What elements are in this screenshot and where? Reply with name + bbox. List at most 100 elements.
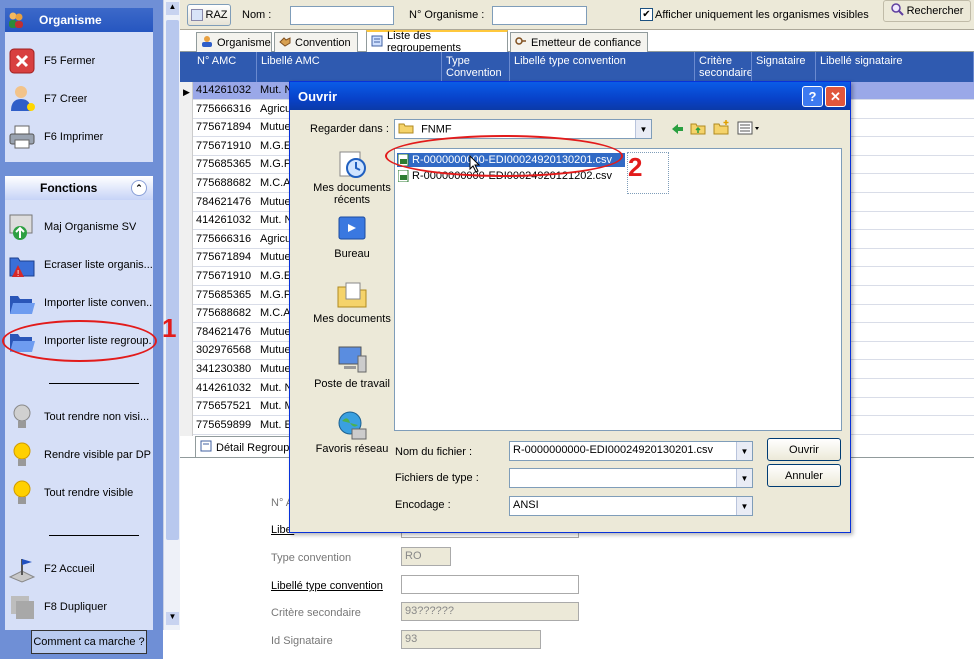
raz-button[interactable]: RAZ xyxy=(187,4,231,26)
ecraser-liste-button[interactable]: ! Ecraser liste organis... xyxy=(8,248,152,282)
cell-numero-amc: 302976568 xyxy=(196,344,252,357)
scroll-down-icon[interactable]: ▼ xyxy=(166,612,179,625)
rendre-visible-dp-button[interactable]: Rendre visible par DP xyxy=(8,438,152,472)
places-bar: Mes documents récents Bureau Mes documen… xyxy=(298,144,391,464)
annotation-ellipse xyxy=(385,135,623,177)
scrollbar-thumb[interactable] xyxy=(166,20,179,540)
cell-numero-amc: 775671894 xyxy=(196,251,252,264)
separator xyxy=(49,535,139,536)
close-button[interactable]: F5 Fermer xyxy=(8,44,152,78)
tab-emetteur-confiance[interactable]: Emetteur de confiance xyxy=(510,32,648,52)
current-row-icon: ▶ xyxy=(183,87,190,97)
help-icon[interactable]: ? xyxy=(802,86,823,107)
cell-numero-amc: 775671910 xyxy=(196,270,252,282)
cell-numero-amc: 775671910 xyxy=(196,139,252,152)
svg-text:!: ! xyxy=(17,269,20,278)
chevron-down-icon[interactable]: ▼ xyxy=(635,120,651,138)
fonctions-panel-header[interactable]: Fonctions ⌃ xyxy=(5,176,153,200)
my-documents-icon xyxy=(335,279,369,311)
cell-numero-amc: 775657521 xyxy=(196,400,252,413)
up-folder-icon[interactable] xyxy=(690,121,706,138)
tab-convention[interactable]: Convention xyxy=(274,32,358,52)
detail-icon xyxy=(200,440,212,455)
separator xyxy=(49,383,139,384)
collapse-icon[interactable]: ⌃ xyxy=(131,180,147,196)
visible-only-checkbox[interactable]: ✔ xyxy=(640,8,653,21)
people-icon xyxy=(7,11,25,29)
tab-detail-regroupement[interactable]: Détail Regroup xyxy=(195,436,295,458)
key-icon xyxy=(515,35,527,50)
column-header[interactable]: Signataire xyxy=(752,52,816,82)
column-header[interactable]: Critère secondaire xyxy=(695,52,752,82)
lightbulb-on-icon xyxy=(8,479,36,507)
csv-file-icon xyxy=(397,169,410,185)
place-network[interactable]: Favoris réseau xyxy=(306,409,398,469)
cell-numero-amc: 775688682 xyxy=(196,307,252,320)
column-header[interactable]: Type Convention xyxy=(442,52,510,82)
organisme-icon xyxy=(201,35,213,50)
open-button[interactable]: Ouvrir xyxy=(767,438,841,461)
dialog-titlebar[interactable]: Ouvrir ? ✕ xyxy=(290,82,850,110)
tab-liste-regroupements[interactable]: Liste des regroupements xyxy=(366,30,508,54)
column-header[interactable]: Libellé type convention xyxy=(510,52,695,82)
cancel-button[interactable]: Annuler xyxy=(767,464,841,487)
place-desktop[interactable]: Bureau xyxy=(306,214,398,274)
tab-organisme[interactable]: Organisme xyxy=(196,32,272,52)
search-icon xyxy=(890,3,904,19)
maj-organisme-button[interactable]: Maj Organisme SV xyxy=(8,210,152,244)
critere-secondaire-input[interactable]: 93?????? xyxy=(401,602,579,621)
field-label: Id Signataire xyxy=(271,635,333,647)
filetype-select[interactable]: ▼ xyxy=(509,468,753,488)
clear-icon xyxy=(190,9,203,21)
numero-organisme-input[interactable] xyxy=(492,6,587,25)
print-button[interactable]: F6 Imprimer xyxy=(8,120,152,154)
column-header[interactable]: Libellé AMC xyxy=(257,52,442,82)
place-my-documents[interactable]: Mes documents xyxy=(306,279,398,339)
column-header[interactable]: Libellé signataire xyxy=(816,52,974,82)
type-convention-input[interactable]: RO xyxy=(401,547,451,566)
search-button[interactable]: Rechercher xyxy=(883,0,971,22)
lightbulb-on-icon xyxy=(8,441,36,469)
annotation-number: 2 xyxy=(628,152,643,182)
organisme-panel-title: Organisme xyxy=(39,13,102,27)
folder-open-icon xyxy=(8,289,36,317)
cell-numero-amc: 775666316 xyxy=(196,232,252,245)
lightbulb-off-icon xyxy=(8,403,36,431)
place-my-computer[interactable]: Poste de travail xyxy=(306,344,398,404)
tout-rendre-non-visible-button[interactable]: Tout rendre non visi... xyxy=(8,400,152,434)
tout-rendre-visible-button[interactable]: Tout rendre visible xyxy=(8,476,152,510)
chevron-down-icon[interactable]: ▼ xyxy=(736,469,752,487)
create-button[interactable]: F7 Creer xyxy=(8,82,152,116)
column-header[interactable]: N° AMC xyxy=(193,52,257,82)
new-folder-icon[interactable] xyxy=(713,119,731,138)
fonctions-panel-title: Fonctions xyxy=(40,181,98,195)
id-signataire-input[interactable]: 93 xyxy=(401,630,541,649)
nom-input[interactable] xyxy=(290,6,394,25)
help-button[interactable]: Comment ca marche ? xyxy=(31,630,147,654)
close-icon[interactable]: ✕ xyxy=(825,86,846,107)
field-label: Type convention xyxy=(271,552,352,564)
field-label: Libellé type convention xyxy=(271,580,383,592)
numero-organisme-label: N° Organisme : xyxy=(409,9,485,21)
file-list: R-0000000000-EDI00024920130201.csv R-000… xyxy=(394,148,842,431)
accueil-button[interactable]: F2 Accueil xyxy=(8,552,152,586)
cell-numero-amc: 784621476 xyxy=(196,325,252,338)
importer-conventions-button[interactable]: Importer liste conven... xyxy=(8,286,152,320)
libelle-type-convention-input[interactable] xyxy=(401,575,579,594)
handshake-icon xyxy=(279,35,291,50)
dialog-title: Ouvrir xyxy=(298,89,338,104)
recent-documents-icon xyxy=(335,148,369,180)
nom-label: Nom : xyxy=(242,9,272,21)
back-icon[interactable] xyxy=(670,122,684,139)
view-menu-icon[interactable] xyxy=(737,121,761,138)
chevron-down-icon[interactable]: ▼ xyxy=(736,497,752,515)
chevron-down-icon[interactable]: ▼ xyxy=(736,442,752,460)
cell-numero-amc: 775688682 xyxy=(196,177,252,189)
cell-numero-amc: 775659899 xyxy=(196,418,252,431)
filename-input[interactable]: R-0000000000-EDI00024920130201.csv ▼ xyxy=(509,441,753,461)
encoding-select[interactable]: ANSI ▼ xyxy=(509,496,753,516)
cell-numero-amc: 775685365 xyxy=(196,288,252,301)
scroll-up-icon[interactable]: ▲ xyxy=(166,2,179,15)
dupliquer-button[interactable]: F8 Dupliquer xyxy=(8,590,152,624)
encoding-label: Encodage : xyxy=(395,499,451,511)
